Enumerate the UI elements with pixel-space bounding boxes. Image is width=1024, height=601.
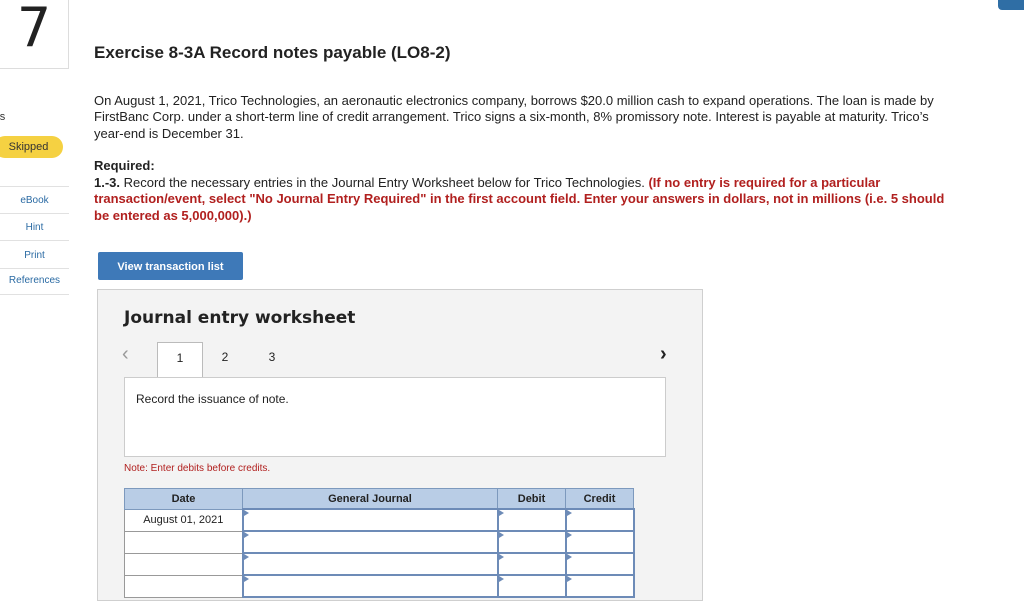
general-journal-column-header: General Journal [242,488,498,510]
credit-input[interactable] [564,508,635,532]
points-label: oints [0,111,6,123]
debit-input[interactable] [496,508,567,532]
debit-input[interactable] [496,574,567,598]
table-row [124,552,635,576]
tab-1[interactable]: 1 [157,342,203,380]
account-input[interactable] [241,508,499,532]
journal-entry-table: Date General Journal Debit Credit August… [124,488,635,598]
view-transaction-list-button[interactable]: View transaction list [98,252,243,280]
references-link[interactable]: References [0,275,69,286]
account-input[interactable] [241,552,499,576]
transaction-description-box: Record the issuance of note. [124,377,666,457]
question-number-box: 7 [0,0,69,69]
required-number: 1.-3. [94,175,121,190]
journal-entry-worksheet: Journal entry worksheet ‹ 1 2 3 › Record… [97,289,703,601]
debit-input[interactable] [496,530,567,554]
exercise-title: Exercise 8-3A Record notes payable (LO8-… [94,43,451,62]
question-number: 7 [16,0,52,59]
hint-link[interactable]: Hint [0,222,69,233]
sidebar-divider [0,213,69,214]
chevron-left-icon[interactable]: ‹ [122,344,129,364]
debit-column-header: Debit [497,488,566,510]
credit-input[interactable] [564,530,635,554]
account-input[interactable] [241,530,499,554]
sidebar-divider [0,294,69,295]
table-row: August 01, 2021 [124,508,635,532]
status-badge: Skipped [0,136,63,158]
credit-column-header: Credit [565,488,634,510]
date-cell [124,530,243,554]
worksheet-note: Note: Enter debits before credits. [124,463,271,474]
required-text: Record the necessary entries in the Jour… [120,175,649,190]
date-cell: August 01, 2021 [124,508,243,532]
transaction-description: Record the issuance of note. [136,392,289,406]
ebook-link[interactable]: eBook [0,195,69,206]
table-row [124,574,635,598]
tab-3[interactable]: 3 [250,342,294,378]
credit-input[interactable] [564,574,635,598]
top-right-tab[interactable] [998,0,1024,10]
required-label: Required: [94,158,155,173]
sidebar-divider [0,186,69,187]
sidebar-divider [0,240,69,241]
table-row [124,530,635,554]
print-link[interactable]: Print [0,250,69,261]
account-input[interactable] [241,574,499,598]
worksheet-title: Journal entry worksheet [124,308,356,328]
debit-input[interactable] [496,552,567,576]
credit-input[interactable] [564,552,635,576]
chevron-right-icon[interactable]: › [660,344,667,364]
date-column-header: Date [124,488,243,510]
exercise-body: On August 1, 2021, Trico Technologies, a… [94,93,934,141]
sidebar-divider [0,268,69,269]
required-paragraph: 1.-3. Record the necessary entries in th… [94,175,954,224]
date-cell [124,574,243,598]
date-cell [124,552,243,576]
tab-2[interactable]: 2 [203,342,247,378]
